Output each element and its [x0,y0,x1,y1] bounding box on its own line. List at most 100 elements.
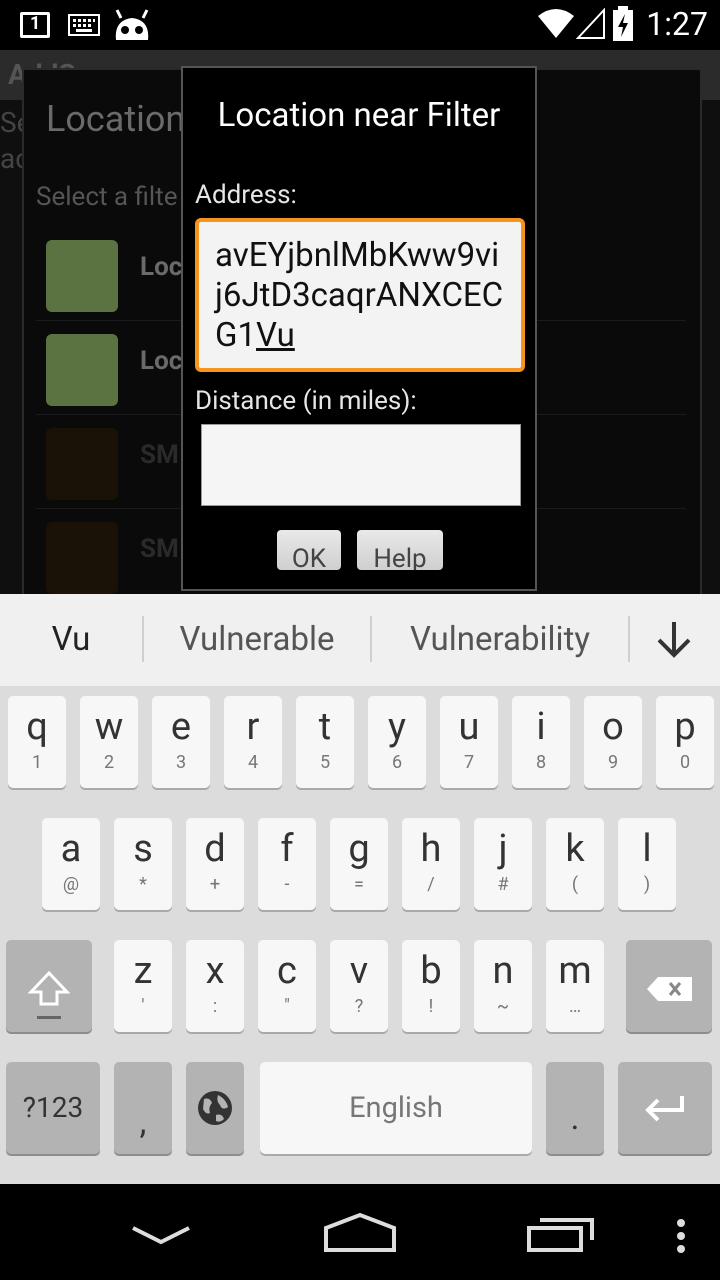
symbols-key[interactable]: ?123 [6,1062,100,1154]
distance-label: Distance (in miles): [195,386,417,416]
enter-key[interactable] [618,1062,712,1154]
key-n[interactable]: n ~ [474,940,532,1032]
arrow-down-icon[interactable] [654,620,694,660]
help-button-label: Help [373,544,427,570]
key-v[interactable]: v? [330,940,388,1032]
key-letter: m [558,949,592,993]
shift-key[interactable] [6,940,92,1032]
key-hint: = [354,874,364,895]
battery-charging-icon [613,6,633,41]
key-j[interactable]: j # [474,818,532,910]
period-key[interactable]: . [546,1062,604,1154]
globe-icon [198,1091,232,1125]
language-key[interactable] [186,1062,244,1154]
key-letter: u [458,705,480,749]
background-item-label: SM [140,440,179,470]
key-hint: 2 [103,752,115,773]
key-u[interactable]: u7 [440,696,498,788]
key-letter: e [170,705,192,749]
key-letter: o [602,705,624,749]
suggestion-divider [628,616,630,662]
key-hint: … [568,996,582,1017]
back-hide-keyboard-icon[interactable] [130,1224,192,1246]
key-letter: z [133,949,153,993]
key-hint: ? [354,996,364,1017]
key-hint: # [497,874,509,895]
backspace-icon [647,977,692,1001]
signal-icon [576,8,605,39]
key-p[interactable]: p0 [656,696,714,788]
key-letter: x [205,949,225,993]
key-letter: b [420,949,442,993]
soft-keyboard: q1w2e3r4t5y6u7i8o9p0 a @ s * d + f - g = h / j # k(l) … [0,686,720,1184]
key-b[interactable]: b! [402,940,460,1032]
help-button[interactable]: Help [357,530,443,570]
key-i[interactable]: i8 [512,696,570,788]
key-f[interactable]: f- [258,818,316,910]
background-item-swatch [46,240,118,312]
ok-button-label: OK [291,544,327,570]
overflow-menu-icon[interactable] [674,1218,688,1254]
space-key-label: English [349,1091,443,1125]
backspace-key[interactable] [626,940,712,1032]
key-letter: l [642,827,652,871]
clock: 1:27 [646,5,708,43]
key-hint: ' [141,996,145,1017]
key-hint: ! [428,996,434,1017]
key-g[interactable]: g = [330,818,388,910]
background-item-swatch [46,428,118,500]
distance-input[interactable] [201,424,521,506]
key-x[interactable]: x: [186,940,244,1032]
key-hint: " [284,996,290,1017]
suggestion-strip: Vu Vulnerable Vulnerability [0,594,720,686]
suggestion-item[interactable]: Vulnerability [372,594,628,686]
key-c[interactable]: c " [258,940,316,1032]
key-hint: @ [62,874,80,895]
keyboard-icon [68,14,100,36]
key-l[interactable]: l) [618,818,676,910]
key-hint: ( [571,874,579,895]
key-w[interactable]: w2 [80,696,138,788]
key-hint: 3 [175,752,187,773]
key-letter: w [94,705,124,749]
suggestion-item[interactable]: Vu [0,594,142,686]
key-letter: s [133,827,153,871]
key-m[interactable]: m… [546,940,604,1032]
key-y[interactable]: y6 [368,696,426,788]
key-t[interactable]: t5 [296,696,354,788]
key-letter: a [60,827,82,871]
address-input[interactable]: avEYjbnlMbKww9vij6JtD3caqrANXCECG1Vu [195,218,525,372]
status-bar: 1 1:27 [0,0,720,50]
home-icon[interactable] [322,1212,398,1252]
key-q[interactable]: q1 [8,696,66,788]
suggestion-item[interactable]: Vulnerable [144,594,370,686]
key-letter: r [246,705,260,749]
background-item-swatch [46,522,118,594]
address-label: Address: [195,180,297,210]
key-letter: j [498,827,508,871]
key-a[interactable]: a @ [42,818,100,910]
enter-icon [645,1096,684,1122]
key-r[interactable]: r4 [224,696,282,788]
ok-button[interactable]: OK [277,530,341,570]
dialog-title: Location near Filter [217,96,501,135]
space-key[interactable]: English [260,1062,532,1154]
key-hint: 1 [31,752,43,773]
wifi-icon [538,9,574,38]
key-z[interactable]: z ' [114,940,172,1032]
key-letter: k [565,827,585,871]
key-hint: / [427,874,435,895]
recent-apps-icon[interactable] [526,1214,598,1254]
key-s[interactable]: s * [114,818,172,910]
key-hint: 5 [319,752,331,773]
address-composing-text: Vu [256,316,295,355]
key-e[interactable]: e3 [152,696,210,788]
key-d[interactable]: d + [186,818,244,910]
location-near-filter-dialog: Location near Filter Address: avEYjbnlMb… [181,66,537,591]
key-k[interactable]: k( [546,818,604,910]
key-hint: 9 [607,752,619,773]
comma-key[interactable]: , [114,1062,172,1154]
key-h[interactable]: h / [402,818,460,910]
key-o[interactable]: o9 [584,696,642,788]
key-hint: + [209,874,221,895]
